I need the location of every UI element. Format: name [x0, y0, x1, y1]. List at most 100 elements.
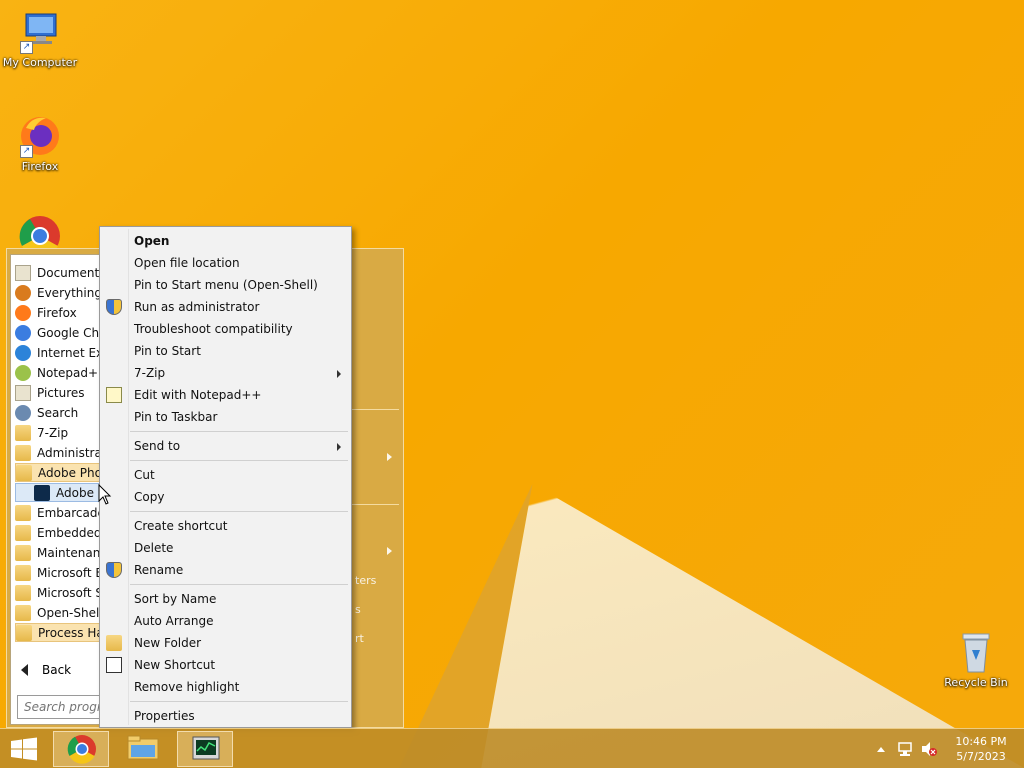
program-item-label: Everything [37, 285, 102, 300]
program-item-label: Notepad++ [37, 365, 109, 380]
context-menu-item[interactable]: Rename [100, 559, 351, 581]
folder-icon [16, 624, 32, 641]
taskbar-chrome-button[interactable] [53, 731, 109, 767]
new-folder-icon [106, 635, 122, 651]
context-menu-item[interactable]: Create shortcut [100, 515, 351, 537]
documents-icon [15, 264, 31, 281]
context-menu-item-label: Create shortcut [134, 519, 228, 533]
right-pane-item[interactable]: s [355, 603, 361, 616]
context-menu-item-label: Copy [134, 490, 165, 504]
everything-search-icon [15, 284, 31, 301]
taskbar-task-manager-button[interactable] [177, 731, 233, 767]
desktop-icon-label: Recycle Bin [944, 676, 1008, 689]
context-menu-item-label: Sort by Name [134, 592, 217, 606]
show-hidden-icons-icon[interactable] [876, 745, 886, 753]
context-menu-item[interactable]: New Shortcut [100, 654, 351, 676]
context-menu-item[interactable]: Open [100, 230, 351, 252]
context-menu-item-label: Remove highlight [134, 680, 240, 694]
file-explorer-icon [127, 735, 159, 760]
context-menu-item-label: Send to [134, 439, 181, 453]
desktop-icon-firefox[interactable]: ↗ Firefox [0, 114, 80, 173]
folder-icon [15, 504, 31, 521]
uac-shield-icon [106, 562, 122, 578]
program-item-label: Adobe Phot [38, 465, 107, 480]
folder-icon [15, 604, 31, 621]
context-menu-item-label: New Shortcut [134, 658, 216, 672]
context-menu-item[interactable]: Pin to Start menu (Open-Shell) [100, 274, 351, 296]
clock-time: 10:46 PM [955, 735, 1007, 748]
context-menu-item[interactable]: Delete [100, 537, 351, 559]
volume-muted-icon[interactable] [920, 741, 938, 757]
start-button[interactable] [0, 731, 48, 767]
program-item-label: Process Ha [38, 625, 104, 640]
context-menu-item[interactable]: Send to [100, 435, 351, 457]
context-menu-item-label: 7-Zip [134, 366, 166, 380]
computer-icon: ↗ [18, 10, 62, 54]
context-menu-item[interactable]: Remove highlight [100, 676, 351, 698]
context-menu: Open Open file location Pin to Start menu … [99, 226, 352, 728]
context-menu-item-label: Pin to Start menu (Open-Shell) [134, 278, 318, 292]
context-menu-item[interactable]: Troubleshoot compatibility [100, 318, 351, 340]
taskbar-file-explorer-button[interactable] [115, 731, 171, 767]
context-menu-item[interactable]: 7-Zip [100, 362, 351, 384]
context-menu-item[interactable]: Properties [100, 705, 351, 727]
context-menu-item-label: Open file location [134, 256, 240, 270]
program-item-label: Pictures [37, 385, 85, 400]
context-menu-item[interactable]: Pin to Taskbar [100, 406, 351, 428]
context-menu-item[interactable]: Open file location [100, 252, 351, 274]
context-menu-item[interactable]: New Folder [100, 632, 351, 654]
context-menu-separator [130, 701, 348, 702]
shortcut-arrow-icon: ↗ [20, 145, 33, 158]
context-menu-item-label: Pin to Taskbar [134, 410, 218, 424]
program-item-label: Firefox [37, 305, 77, 320]
context-menu-item[interactable]: Cut [100, 464, 351, 486]
pictures-icon [15, 384, 31, 401]
program-item-label: Administrat [37, 445, 107, 460]
context-menu-item-label: Auto Arrange [134, 614, 214, 628]
task-manager-icon [192, 736, 220, 760]
program-item-label: 7-Zip [37, 425, 69, 440]
back-label: Back [42, 663, 72, 677]
chrome-icon [67, 735, 96, 764]
context-menu-item-label: New Folder [134, 636, 202, 650]
context-menu-item[interactable]: Sort by Name [100, 588, 351, 610]
taskbar-clock[interactable]: 10:46 PM 5/7/2023 [950, 734, 1012, 764]
desktop-icon-my-computer[interactable]: ↗ My Computer [0, 10, 80, 69]
program-item-label: Open-Shell [37, 605, 103, 620]
context-menu-item-label: Pin to Start [134, 344, 201, 358]
chrome-icon [15, 324, 31, 341]
context-menu-separator [130, 584, 348, 585]
chrome-icon [18, 212, 62, 248]
network-icon[interactable] [896, 741, 914, 757]
new-shortcut-icon [106, 657, 122, 673]
right-pane-item[interactable]: rt [355, 632, 364, 645]
context-menu-item-label: Run as administrator [134, 300, 260, 314]
chevron-right-icon [387, 453, 392, 461]
program-item-label: Microsoft S [37, 585, 104, 600]
program-item-label: Maintenanc [37, 545, 107, 560]
chevron-right-icon [387, 547, 392, 555]
context-menu-separator [130, 511, 348, 512]
clock-date: 5/7/2023 [956, 750, 1006, 763]
program-item-label: Search [37, 405, 79, 420]
context-menu-item-label: Open [134, 234, 170, 248]
desktop-icon-recycle-bin[interactable]: Recycle Bin [936, 630, 1016, 689]
context-menu-item[interactable]: Run as administrator [100, 296, 351, 318]
folder-icon [16, 464, 32, 481]
desktop-icon-label: My Computer [2, 56, 78, 69]
context-menu-item[interactable]: Edit with Notepad++ [100, 384, 351, 406]
program-item-label: Documents [37, 265, 106, 280]
uac-shield-icon [106, 299, 122, 315]
context-menu-item[interactable]: Copy [100, 486, 351, 508]
context-menu-item[interactable]: Pin to Start [100, 340, 351, 362]
program-item-label: Embarcade [37, 505, 105, 520]
right-pane-item[interactable]: ters [355, 574, 376, 587]
windows-logo-icon [11, 737, 37, 761]
desktop-icon-label: Firefox [21, 160, 59, 173]
notepad-plus-plus-icon [106, 387, 122, 403]
taskbar: 10:46 PM 5/7/2023 [0, 728, 1024, 768]
context-menu-item-label: Rename [134, 563, 184, 577]
folder-icon [15, 424, 31, 441]
context-menu-item[interactable]: Auto Arrange [100, 610, 351, 632]
desktop-icon-chrome[interactable] [0, 212, 80, 248]
